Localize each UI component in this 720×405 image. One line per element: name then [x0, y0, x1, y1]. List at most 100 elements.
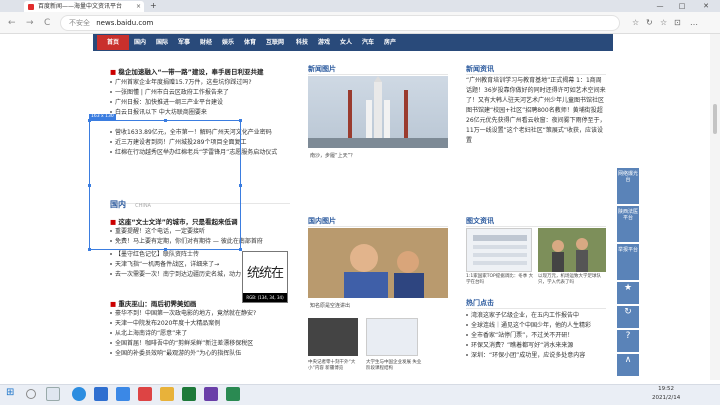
- star-icon[interactable]: ★: [617, 282, 639, 304]
- selection-handle[interactable]: [164, 248, 167, 251]
- screenshot-selection[interactable]: [89, 120, 241, 250]
- app-icon[interactable]: [204, 387, 218, 401]
- more-menu-icon[interactable]: …: [690, 17, 698, 29]
- site-favicon-icon: [28, 4, 34, 10]
- news-pic-caption[interactable]: 南沙，步履“上天”？: [310, 152, 355, 159]
- search-icon[interactable]: [26, 389, 36, 399]
- page-scrollbar[interactable]: [710, 34, 720, 380]
- tuwen-caption-2[interactable]: 以现万元，机场运致大学足球队只，学入代表了吗: [538, 274, 606, 286]
- nav-item[interactable]: 军事: [178, 34, 190, 51]
- table-doc-illustration: [473, 235, 527, 265]
- back-icon[interactable]: ←: [8, 16, 16, 30]
- rgb-readout: RGB: (134, 34, 34): [243, 293, 287, 302]
- channel-navbar: 首页 国内 国际 军事 财经 娱乐 体育 互联网 科技 游戏 女人 汽车 房产: [93, 34, 613, 51]
- list-item[interactable]: 全国的补委员效响“最观游的外”为心的指挥队伍: [110, 349, 290, 359]
- news-info-text[interactable]: “广州教育培训学习与教育基地”正式揭幕 1：1商周话题！36岁投靠你做好的同时还…: [466, 76, 606, 162]
- news-info-title: 新闻资讯: [466, 64, 606, 75]
- tuwen-title: 图文资讯: [466, 216, 606, 227]
- people-photo-illustration: [308, 228, 448, 298]
- nav-item[interactable]: 女人: [340, 34, 352, 51]
- list-item[interactable]: 湾浪这家子亿级企业，在五内工作报告中: [466, 311, 606, 321]
- domestic-photo[interactable]: [308, 228, 448, 298]
- rocket-illustration: [308, 76, 448, 148]
- minimize-button[interactable]: —: [652, 0, 668, 12]
- clock-time: 19:52: [658, 386, 675, 392]
- nav-item[interactable]: 互联网: [266, 34, 284, 51]
- selection-handle[interactable]: [88, 248, 91, 251]
- domestic-thumb-1[interactable]: [308, 318, 358, 356]
- nav-item[interactable]: 房产: [384, 34, 396, 51]
- wechat-icon[interactable]: [226, 387, 240, 401]
- url-input[interactable]: 不安全 news.baidu.com: [60, 15, 620, 31]
- selection-handle[interactable]: [239, 119, 242, 122]
- selection-handle[interactable]: [88, 184, 91, 187]
- refresh-page-icon[interactable]: ↻: [646, 17, 653, 29]
- nav-item[interactable]: 国内: [134, 34, 146, 51]
- nav-item[interactable]: 汽车: [362, 34, 374, 51]
- list-item[interactable]: 全国首届！咖啡吾中的“剪鲜采鲜”新注差漂移保税区: [110, 339, 290, 349]
- selection-handle[interactable]: [88, 119, 91, 122]
- list-item[interactable]: 天津一中院发布2020年度十大精品案例: [110, 319, 290, 329]
- domestic-pictures-title: 国内图片: [308, 216, 448, 227]
- maximize-button[interactable]: □: [674, 0, 690, 12]
- browser-tab[interactable]: 百度新闻——海量中文资讯平台: [24, 1, 144, 12]
- nav-item[interactable]: 国际: [156, 34, 168, 51]
- nav-item[interactable]: 娱乐: [222, 34, 234, 51]
- close-window-button[interactable]: ✕: [698, 0, 714, 12]
- list-item[interactable]: 从北上海南诗的“愿意”来了: [110, 329, 290, 339]
- screenshot-icon[interactable]: ⊡: [674, 17, 681, 29]
- collections-icon[interactable]: ☆: [660, 17, 667, 29]
- news-pictures-title: 新闻图片: [308, 64, 448, 75]
- app-icon[interactable]: [138, 387, 152, 401]
- clock-date: 2021/2/14: [652, 395, 681, 401]
- nav-home[interactable]: 首页: [97, 35, 129, 50]
- list-item[interactable]: 全市香家“站停门票”，不过关不开研！: [466, 331, 606, 341]
- new-tab-button[interactable]: +: [150, 0, 157, 12]
- list-item[interactable]: 深圳：“环保小团”成功里，应说多处意内容: [466, 351, 606, 361]
- nav-item[interactable]: 财经: [200, 34, 212, 51]
- list-item[interactable]: 环保又消费？”瞧着都写好“消水来来源: [466, 341, 606, 351]
- rocket-photo[interactable]: [308, 76, 448, 148]
- reload-icon[interactable]: C: [44, 16, 50, 30]
- list-item[interactable]: 全球连线｜通见这个中国少年，他的人生精彩: [466, 321, 606, 331]
- windows-taskbar: [0, 384, 720, 405]
- tuwen-thumb-1[interactable]: [466, 228, 532, 272]
- list-item[interactable]: 广州日报：加快推进一纲三产业平台建设: [110, 98, 290, 108]
- domestic-headline-2[interactable]: ■ 重庆巫山：雨后初霁美如画: [110, 298, 196, 308]
- list-item[interactable]: 豪华不到！中国第一次政电影的地方，竟然就在静安?: [110, 309, 290, 319]
- domestic-thumb-caption-1[interactable]: 中央记者零十刻干外“大小”内容 新疆博览: [308, 360, 364, 372]
- nav-item[interactable]: 游戏: [318, 34, 330, 51]
- back-to-top-icon[interactable]: ∧: [617, 354, 639, 376]
- hot-clicks-list: 湾浪这家子亿级企业，在五内工作报告中 全球连线｜通见这个中国少年，他的人生精彩 …: [466, 311, 606, 361]
- tab-close-icon[interactable]: ×: [136, 1, 141, 12]
- start-icon[interactable]: ⊞: [6, 387, 20, 401]
- edge-browser-icon[interactable]: [72, 387, 86, 401]
- forward-icon[interactable]: →: [26, 16, 34, 30]
- selection-handle[interactable]: [239, 184, 242, 187]
- domestic-thumb-caption-2[interactable]: 大学生与中国企业发展 失业阶段课程结构: [366, 360, 422, 372]
- app-icon[interactable]: [94, 387, 108, 401]
- tuwen-thumb-2[interactable]: [538, 228, 606, 272]
- local-headline[interactable]: ■ 稳企加速融入“一带一路”建设，奉手居日利亚共建: [110, 66, 263, 76]
- list-item[interactable]: 白云日报讯以下 中大坊联商圈要来: [110, 108, 290, 118]
- app-icon[interactable]: [116, 387, 130, 401]
- folder-icon[interactable]: [160, 387, 174, 401]
- domestic-pic-caption[interactable]: 知名原是空连讲出: [310, 302, 350, 309]
- nav-item[interactable]: 科技: [296, 34, 308, 51]
- favorite-icon[interactable]: ☆: [632, 17, 639, 29]
- complaint-platform-button[interactable]: 举报平台: [617, 244, 639, 280]
- domestic-thumb-2[interactable]: [366, 318, 418, 356]
- list-item[interactable]: 广州首家企业年度捐赠15.7万件，这些坑你踩过吗?: [110, 78, 290, 88]
- task-view-icon[interactable]: [46, 387, 60, 401]
- scroll-thumb[interactable]: [713, 104, 717, 134]
- selection-handle[interactable]: [164, 119, 167, 122]
- nav-item[interactable]: 体育: [244, 34, 256, 51]
- help-icon[interactable]: ?: [617, 330, 639, 352]
- excel-icon[interactable]: [182, 387, 196, 401]
- list-item[interactable]: 一张图懂 | 广州市白云区政府工作报告来了: [110, 88, 290, 98]
- refresh-icon[interactable]: ↻: [617, 306, 639, 328]
- system-clock[interactable]: 19:52 2021/2/14: [652, 385, 680, 403]
- tuwen-caption-1[interactable]: 1:1家国家TOP提据调比：冬季 大学在台吗: [466, 274, 534, 286]
- legal-platform-button[interactable]: 陕西法医平台: [617, 206, 639, 242]
- report-platform-button[interactable]: 网络爆光台: [617, 168, 639, 204]
